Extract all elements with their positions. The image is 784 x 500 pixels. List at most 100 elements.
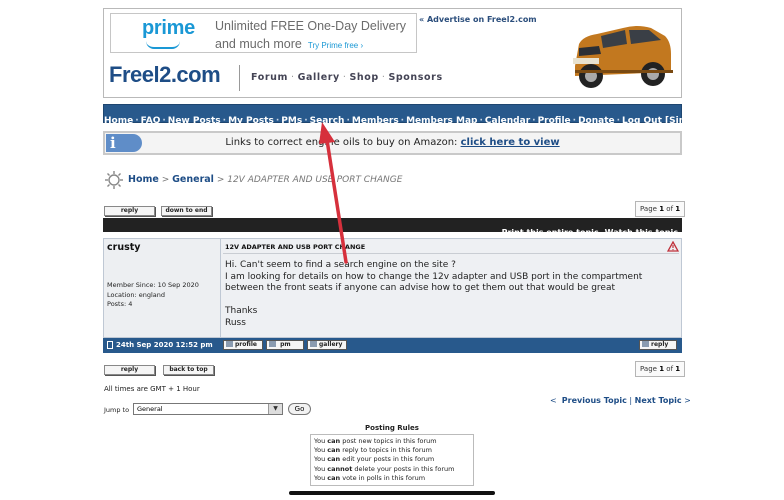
logo-divider <box>239 65 240 91</box>
next-topic-link[interactable]: Next Topic <box>635 396 682 405</box>
profile-button[interactable]: profile <box>223 340 263 350</box>
post-divider <box>223 253 679 254</box>
rule-line: You can edit your posts in this forum <box>314 455 435 464</box>
prime-smile-icon <box>146 41 180 49</box>
watch-topic-link[interactable]: Watch this topic <box>605 228 678 237</box>
gallery-button[interactable]: gallery <box>307 340 347 350</box>
rule-line: You can vote in polls in this forum <box>314 473 426 482</box>
next-arrow: > <box>684 396 691 405</box>
gallery-icon <box>310 341 317 347</box>
ad-subline-text: and much more <box>215 37 302 51</box>
post-body-text: Hi. Can't seem to find a search engine o… <box>225 260 675 329</box>
prev-arrow: < <box>550 396 557 405</box>
car-image[interactable] <box>567 14 675 94</box>
ad-trial-link[interactable]: Try Prime free › <box>308 41 363 50</box>
info-link[interactable]: click here to view <box>461 137 560 148</box>
pagination-top: Page 1 of 1 <box>635 201 686 217</box>
nav-logout[interactable]: Log Out [Simon J] <box>622 116 711 126</box>
breadcrumb-sep: > <box>161 175 170 185</box>
nav-my-posts[interactable]: My Posts <box>228 116 274 126</box>
page-of: of <box>666 205 674 213</box>
jump-to-select[interactable]: General <box>133 403 283 415</box>
nav-pms[interactable]: PMs <box>281 116 302 126</box>
pm-icon <box>269 341 276 347</box>
page-total: 1 <box>675 205 681 213</box>
info-text: Links to correct engine oils to buy on A… <box>105 137 680 148</box>
post-author[interactable]: crusty <box>107 242 140 253</box>
post-link-icon[interactable] <box>107 341 113 349</box>
site-nav: Forum · Gallery · Shop · Sponsors <box>251 72 443 83</box>
gear-icon <box>105 171 123 189</box>
page-current: 1 <box>659 365 665 373</box>
reply-button-bottom[interactable]: reply <box>104 365 155 375</box>
print-topic-link[interactable]: Print this entire topic <box>502 228 599 237</box>
member-since: Member Since: 10 Sep 2020 <box>107 281 199 289</box>
home-indicator[interactable] <box>289 491 495 495</box>
rule-line: You can reply to topics in this forum <box>314 446 432 455</box>
post-footer: 24th Sep 2020 12:52 pm profile pm galler… <box>103 338 682 353</box>
ad-subline: and much more Try Prime free › <box>215 37 363 51</box>
jump-to-label: Jump to <box>104 406 130 414</box>
nav-new-posts[interactable]: New Posts <box>168 116 221 126</box>
main-nav-bar: Home · FAQ · New Posts · My Posts · PMs · Search · M… <box>103 104 711 126</box>
reply-icon <box>642 341 649 347</box>
breadcrumb-trail: Home > General > 12V ADAPTER AND USB POR… <box>128 174 402 185</box>
pagination-bottom: Page 1 of 1 <box>635 361 686 377</box>
rule-line: You cannot delete your posts in this for… <box>314 464 455 473</box>
posting-rules-box: You can post new topics in this forum Yo… <box>310 434 474 486</box>
nav-search[interactable]: Search <box>310 116 345 126</box>
page-of: of <box>666 365 674 373</box>
post-subject: 12V ADAPTER AND USB PORT CHANGE <box>225 243 366 251</box>
prime-logo: prime <box>142 17 195 39</box>
author-details: Member Since: 10 Sep 2020 Location: engl… <box>107 281 199 310</box>
breadcrumb-home[interactable]: Home <box>128 174 159 185</box>
advertise-link[interactable]: « Advertise on Freel2.com <box>419 15 537 24</box>
nav-profile[interactable]: Profile <box>538 116 571 126</box>
post-content: 12V ADAPTER AND USB PORT CHANGE Hi. Can'… <box>221 239 681 337</box>
topic-nav-sep: | <box>629 396 633 405</box>
amazon-prime-ad[interactable]: prime Unlimited FREE One-Day Delivery an… <box>110 13 417 53</box>
post-date: 24th Sep 2020 12:52 pm <box>116 341 213 349</box>
profile-icon <box>226 341 233 347</box>
chevron-down-icon[interactable]: ▼ <box>268 404 282 414</box>
nav-calendar[interactable]: Calendar <box>485 116 530 126</box>
author-post-count: Posts: 4 <box>107 300 133 308</box>
nav-home[interactable]: Home <box>104 116 133 126</box>
site-nav-forum[interactable]: Forum <box>251 72 288 83</box>
site-nav-shop[interactable]: Shop <box>349 72 378 83</box>
breadcrumb-general[interactable]: General <box>172 174 214 185</box>
nav-donate[interactable]: Donate <box>578 116 615 126</box>
gallery-label: gallery <box>319 341 343 348</box>
post: crusty Member Since: 10 Sep 2020 Locatio… <box>103 238 682 338</box>
go-button[interactable]: Go <box>288 403 311 415</box>
profile-label: profile <box>235 341 257 348</box>
site-nav-gallery[interactable]: Gallery <box>298 72 340 83</box>
reply-button[interactable]: reply <box>104 206 155 216</box>
site-nav-sponsors[interactable]: Sponsors <box>388 72 442 83</box>
post-reply-button[interactable]: reply <box>639 340 677 350</box>
site-logo[interactable]: Freel2.com <box>109 62 221 88</box>
pm-label: pm <box>280 341 291 348</box>
ad-headline: Unlimited FREE One-Day Delivery <box>215 19 407 33</box>
back-to-top-button[interactable]: back to top <box>163 365 214 375</box>
post-author-panel: crusty Member Since: 10 Sep 2020 Locatio… <box>104 239 221 337</box>
info-banner: i Links to correct engine oils to buy on… <box>103 131 682 155</box>
info-message: Links to correct engine oils to buy on A… <box>225 137 461 148</box>
post-reply-label: reply <box>651 341 669 348</box>
site-header: prime Unlimited FREE One-Day Delivery an… <box>103 8 682 98</box>
report-warning-icon[interactable] <box>667 241 679 252</box>
page-total: 1 <box>675 365 681 373</box>
down-to-end-button[interactable]: down to end <box>161 206 212 216</box>
timezone-note: All times are GMT + 1 Hour <box>104 385 200 393</box>
page-prefix: Page <box>640 205 657 213</box>
author-location: Location: england <box>107 290 166 299</box>
page-prefix: Page <box>640 365 657 373</box>
posting-rules-title: Posting Rules <box>365 424 419 432</box>
breadcrumb-topic: 12V ADAPTER AND USB PORT CHANGE <box>227 175 403 185</box>
nav-members[interactable]: Members <box>352 116 399 126</box>
nav-members-map[interactable]: Members Map <box>406 116 477 126</box>
nav-faq[interactable]: FAQ <box>141 116 161 126</box>
pm-button[interactable]: pm <box>266 340 304 350</box>
rule-line: You can post new topics in this forum <box>314 437 437 445</box>
previous-topic-link[interactable]: Previous Topic <box>562 396 627 405</box>
